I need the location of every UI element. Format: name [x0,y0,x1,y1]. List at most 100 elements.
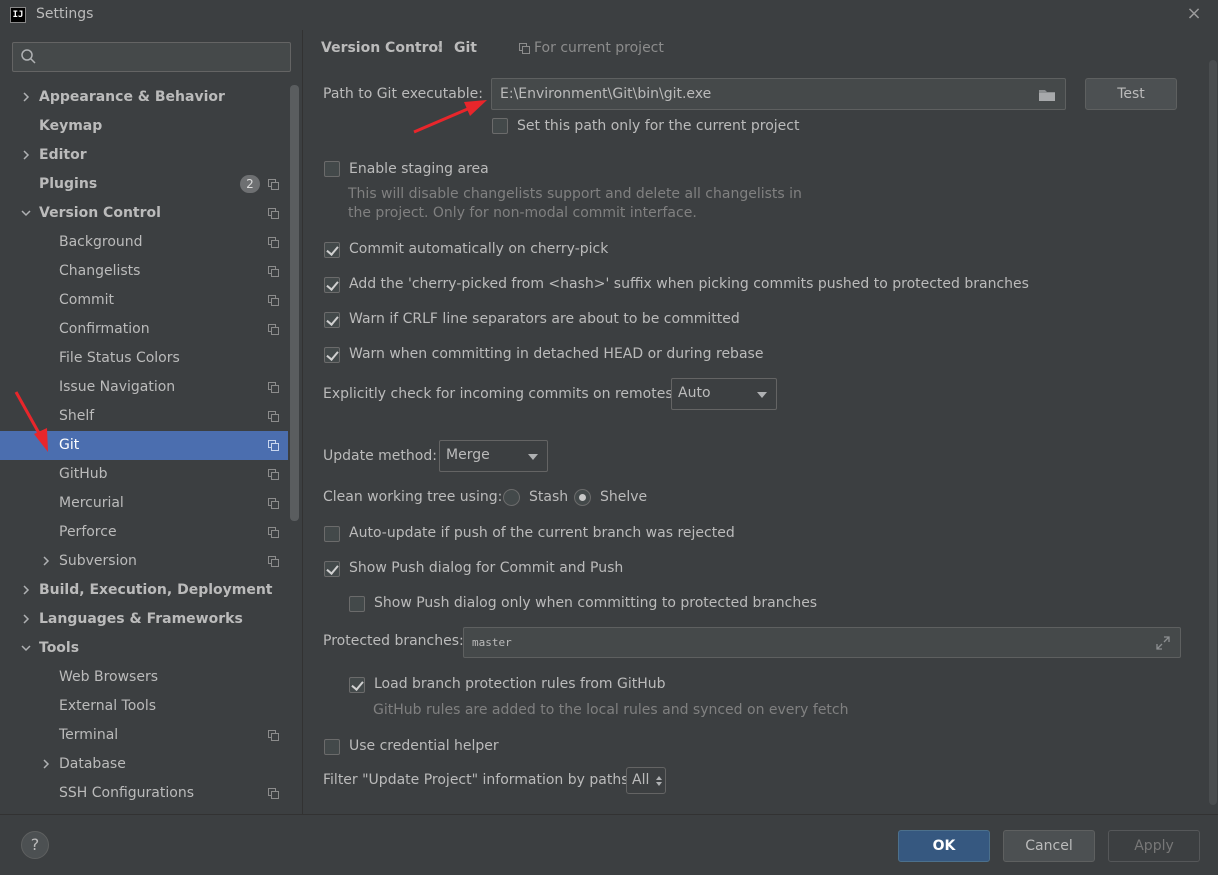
chevron-right-icon[interactable] [41,759,51,769]
sidebar-item-file-status-colors[interactable]: File Status Colors [0,344,288,373]
incoming-commits-label: Explicitly check for incoming commits on… [323,386,678,402]
sidebar-item-label: Commit [59,292,114,308]
update-method-label: Update method: [323,448,437,464]
expand-icon[interactable] [1156,636,1170,650]
project-scope-icon [268,469,279,480]
sidebar-item-ssh-configurations[interactable]: SSH Configurations [0,779,288,808]
chevron-right-icon[interactable] [21,92,31,102]
project-scope-icon [268,411,279,422]
sidebar-item-label: External Tools [59,698,157,714]
sidebar-item-github[interactable]: GitHub [0,460,288,489]
sidebar-item-build-execution-deployment[interactable]: Build, Execution, Deployment [0,576,288,605]
sidebar-item-version-control[interactable]: Version Control [0,199,288,228]
staging-hint-line2: the project. Only for non-modal commit i… [348,205,697,221]
git-path-field[interactable]: E:\Environment\Git\bin\git.exe [491,78,1066,110]
sidebar-item-label: Web Browsers [59,669,158,685]
chevron-right-icon[interactable] [21,150,31,160]
close-icon[interactable]: × [1184,3,1204,25]
dialog-footer: ? OK Cancel Apply [0,814,1218,875]
sidebar-item-label: Database [59,756,126,772]
sidebar-item-languages-frameworks[interactable]: Languages & Frameworks [0,605,288,634]
sidebar-item-mercurial[interactable]: Mercurial [0,489,288,518]
sidebar-item-label: Keymap [39,118,103,134]
sidebar-item-label: Languages & Frameworks [39,611,243,627]
chevron-down-icon[interactable] [21,208,31,218]
cancel-button[interactable]: Cancel [1003,830,1095,862]
load-rules-checkbox[interactable] [349,677,365,693]
filter-paths-value: All [632,772,650,788]
cherry-pick-commit-label: Commit automatically on cherry-pick [349,241,609,257]
project-scope-icon [268,730,279,741]
sidebar-scrollbar[interactable] [290,85,299,521]
protected-branches-field[interactable]: master [463,627,1181,658]
breadcrumb-parent[interactable]: Version Control [321,40,443,56]
project-scope-icon [268,382,279,393]
shelve-label: Shelve [600,489,648,505]
sidebar-item-appearance-behavior[interactable]: Appearance & Behavior [0,83,288,112]
sidebar-item-editor[interactable]: Editor [0,141,288,170]
filter-paths-select[interactable]: All [626,767,666,794]
help-button[interactable]: ? [21,831,49,859]
apply-button[interactable]: Apply [1108,830,1200,862]
path-current-project-checkbox[interactable] [492,118,508,134]
main-scrollbar[interactable] [1209,60,1217,805]
update-method-value: Merge [446,447,490,463]
project-scope-icon [519,43,530,54]
shelve-radio[interactable] [574,489,591,506]
sidebar-item-label: Mercurial [59,495,124,511]
detached-head-label: Warn when committing in detached HEAD or… [349,346,764,362]
sidebar-item-shelf[interactable]: Shelf [0,402,288,431]
sidebar-item-subversion[interactable]: Subversion [0,547,288,576]
sidebar-item-label: File Status Colors [59,350,180,366]
sidebar-item-terminal[interactable]: Terminal [0,721,288,750]
sidebar-item-commit[interactable]: Commit [0,286,288,315]
sidebar-item-plugins[interactable]: Plugins 2 [0,170,288,199]
ok-button[interactable]: OK [898,830,990,862]
sidebar-item-tools[interactable]: Tools [0,634,288,663]
sidebar-item-label: SSH Configurations [59,785,194,801]
push-dialog-checkbox[interactable] [324,561,340,577]
incoming-commits-select[interactable]: Auto [671,378,777,410]
title-bar: IJ Settings × [0,0,1218,30]
project-scope-icon [268,324,279,335]
credential-helper-checkbox[interactable] [324,739,340,755]
folder-icon[interactable] [1038,88,1056,102]
sidebar-item-label: Appearance & Behavior [39,89,225,105]
chevron-right-icon[interactable] [41,556,51,566]
sidebar-item-background[interactable]: Background [0,228,288,257]
chevron-right-icon[interactable] [21,585,31,595]
project-scope-icon [268,498,279,509]
sidebar-item-web-browsers[interactable]: Web Browsers [0,663,288,692]
sidebar-item-changelists[interactable]: Changelists [0,257,288,286]
update-method-select[interactable]: Merge [439,440,548,472]
sidebar-item-label: Build, Execution, Deployment [39,582,273,598]
chevron-down-icon[interactable] [21,643,31,653]
sidebar-item-label: Git [59,437,80,453]
cherry-pick-suffix-checkbox[interactable] [324,277,340,293]
update-count-badge: 2 [240,175,260,193]
staging-hint-line1: This will disable changelists support an… [348,186,802,202]
project-scope-icon [268,237,279,248]
sidebar-item-external-tools[interactable]: External Tools [0,692,288,721]
cherry-pick-commit-checkbox[interactable] [324,242,340,258]
sidebar-item-keymap[interactable]: Keymap [0,112,288,141]
sidebar-item-git[interactable]: Git [0,431,288,460]
filter-paths-label: Filter "Update Project" information by p… [323,772,634,788]
sidebar-item-label: Editor [39,147,87,163]
sidebar-item-database[interactable]: Database [0,750,288,779]
chevron-right-icon[interactable] [21,614,31,624]
test-button[interactable]: Test [1085,78,1177,110]
sidebar-item-issue-navigation[interactable]: Issue Navigation [0,373,288,402]
search-input[interactable] [12,42,291,72]
push-dialog-protected-checkbox[interactable] [349,596,365,612]
sidebar-item-perforce[interactable]: Perforce [0,518,288,547]
staging-area-checkbox[interactable] [324,161,340,177]
sidebar-item-label: Confirmation [59,321,150,337]
stash-radio[interactable] [503,489,520,506]
detached-head-checkbox[interactable] [324,347,340,363]
protected-branches-label: Protected branches: [323,633,464,649]
auto-update-checkbox[interactable] [324,526,340,542]
stash-label: Stash [529,489,569,505]
crlf-warning-checkbox[interactable] [324,312,340,328]
sidebar-item-confirmation[interactable]: Confirmation [0,315,288,344]
